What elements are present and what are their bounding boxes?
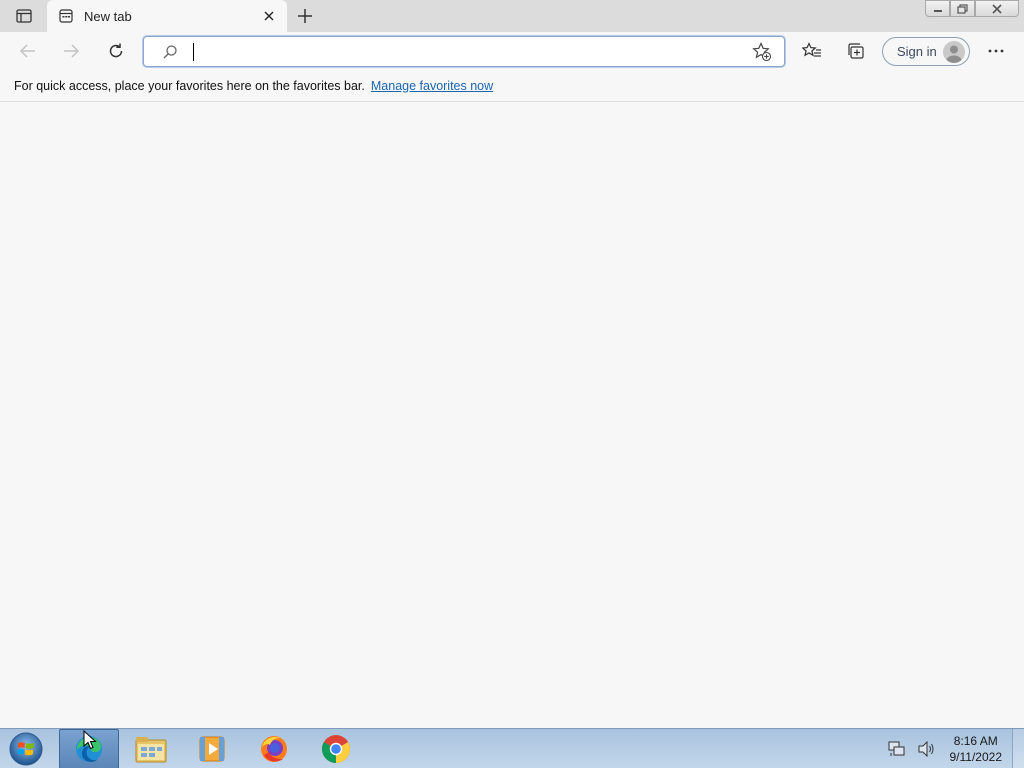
new-tab-page-icon [58,8,74,24]
network-icon[interactable] [888,740,906,758]
browser-toolbar: Sign in [0,32,1024,70]
edge-icon [76,736,102,762]
back-button[interactable] [14,37,42,65]
back-arrow-icon [19,44,35,58]
show-desktop-button[interactable] [1012,729,1024,768]
firefox-icon [261,736,287,762]
chrome-icon [322,735,350,763]
windows-logo-icon [9,732,43,766]
window-controls [925,0,1024,17]
address-input[interactable] [190,41,730,63]
add-favorite-icon[interactable] [752,42,772,62]
favorites-button[interactable] [798,37,826,65]
restore-icon [957,3,968,14]
clock-date: 9/11/2022 [949,750,1003,764]
avatar [943,40,965,63]
search-icon [163,45,177,59]
new-tab-button[interactable] [295,6,315,26]
text-caret [193,43,194,61]
close-icon [992,3,1002,14]
restore-button[interactable] [950,0,975,17]
refresh-button[interactable] [102,37,130,65]
tab-actions-button[interactable] [12,7,36,25]
favorites-bar: For quick access, place your favorites h… [0,70,1024,102]
address-bar[interactable] [143,36,785,67]
close-window-button[interactable] [975,0,1019,17]
minimize-icon [933,9,942,12]
volume-icon[interactable] [918,740,936,758]
file-explorer-icon [135,737,167,763]
taskbar: 8:16 AM 9/11/2022 [0,728,1024,768]
taskbar-clock[interactable]: 8:16 AM 9/11/2022 [950,733,1003,765]
page-content [0,103,1024,728]
collections-button[interactable] [842,37,870,65]
favorites-icon [802,42,821,57]
sign-in-label: Sign in [897,44,937,59]
tab-title: New tab [84,8,132,24]
minimize-button[interactable] [925,0,950,17]
tab-actions-icon [16,9,32,23]
collections-icon [848,43,864,59]
favorites-bar-message: For quick access, place your favorites h… [14,78,365,93]
tab-new-tab[interactable]: New tab [47,0,287,32]
settings-more-button[interactable] [982,37,1010,65]
manage-favorites-link[interactable]: Manage favorites now [371,79,493,93]
forward-button[interactable] [57,37,85,65]
taskbar-app-firefox[interactable] [244,729,304,768]
media-player-icon [199,736,225,762]
taskbar-app-media-player[interactable] [182,729,242,768]
more-options-icon [988,49,1004,53]
plus-icon [298,9,312,23]
refresh-icon [109,43,123,58]
sign-in-button[interactable]: Sign in [882,37,970,66]
start-button[interactable] [6,730,46,768]
forward-arrow-icon [64,44,80,58]
taskbar-app-file-explorer[interactable] [121,729,181,768]
clock-time: 8:16 AM [953,734,998,748]
tab-strip: New tab [0,0,1024,32]
taskbar-app-edge[interactable] [59,729,119,768]
system-tray: 8:16 AM 9/11/2022 [882,729,1024,768]
profile-icon [946,45,962,63]
close-tab-icon[interactable] [261,8,277,24]
taskbar-app-chrome[interactable] [306,729,366,768]
